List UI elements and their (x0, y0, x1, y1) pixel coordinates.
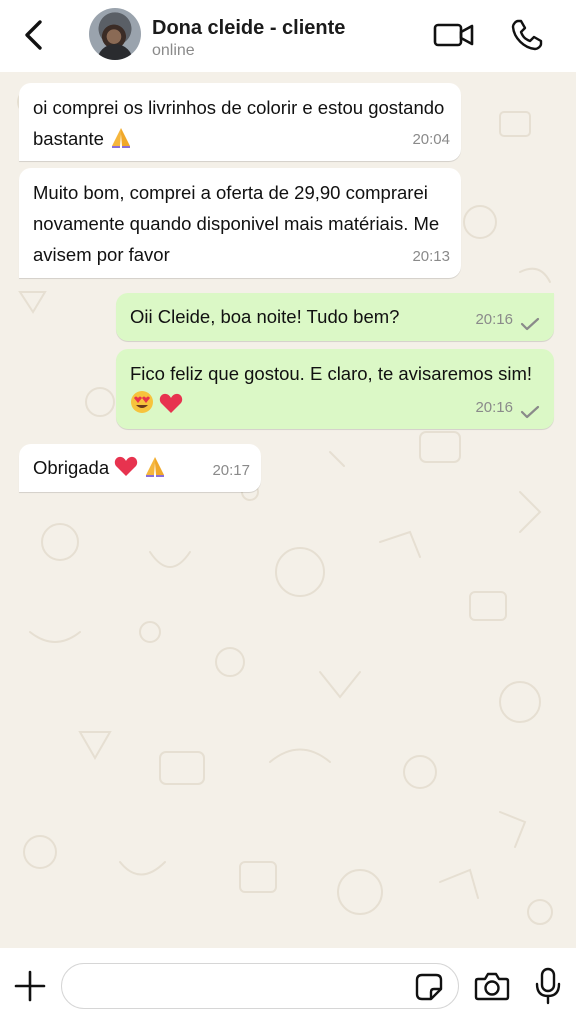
message-time: 20:16 (475, 399, 513, 416)
microphone-icon[interactable] (534, 967, 562, 1005)
contact-avatar[interactable] (89, 8, 141, 60)
camera-icon[interactable] (474, 970, 510, 1002)
message-input[interactable] (61, 963, 459, 1009)
contact-status: online (152, 42, 195, 59)
message-time: 20:04 (412, 131, 450, 148)
message-time: 20:17 (212, 462, 250, 479)
message-outgoing[interactable]: Fico feliz que gostou. E claro, te avisa… (116, 349, 554, 429)
plus-icon[interactable] (12, 968, 48, 1004)
message-text: Obrigada (33, 457, 110, 478)
check-icon (520, 405, 540, 419)
message-text: Fico feliz que gostou. E claro, te avisa… (130, 363, 533, 384)
heart-emoji-icon (115, 456, 138, 476)
heart-eyes-face-emoji-icon (131, 391, 153, 413)
phone-icon[interactable] (508, 16, 548, 54)
back-chevron-icon[interactable] (18, 18, 52, 52)
sticker-icon[interactable] (414, 972, 444, 1002)
video-camera-icon[interactable] (432, 18, 476, 52)
message-time: 20:16 (475, 311, 513, 328)
folded-hands-emoji-icon (112, 128, 131, 148)
message-text: oi comprei os livrinhos de colorir e est… (33, 97, 445, 149)
chat-area[interactable]: oi comprei os livrinhos de colorir e est… (0, 72, 576, 948)
heart-emoji-icon (159, 393, 183, 413)
message-incoming[interactable]: oi comprei os livrinhos de colorir e est… (19, 83, 461, 161)
check-icon (520, 317, 540, 331)
message-text: Muito bom, comprei a oferta de 29,90 com… (33, 182, 440, 265)
folded-hands-emoji-icon (146, 457, 165, 477)
message-time: 20:13 (412, 248, 450, 265)
contact-name[interactable]: Dona cleide - cliente (152, 17, 345, 40)
message-outgoing[interactable]: Oii Cleide, boa noite! Tudo bem? 20:16 (116, 293, 554, 341)
message-incoming[interactable]: Muito bom, comprei a oferta de 29,90 com… (19, 168, 461, 278)
message-incoming[interactable]: Obrigada 20:17 (19, 444, 261, 492)
message-text: Oii Cleide, boa noite! Tudo bem? (130, 306, 400, 327)
chat-header: Dona cleide - cliente online (0, 0, 576, 72)
